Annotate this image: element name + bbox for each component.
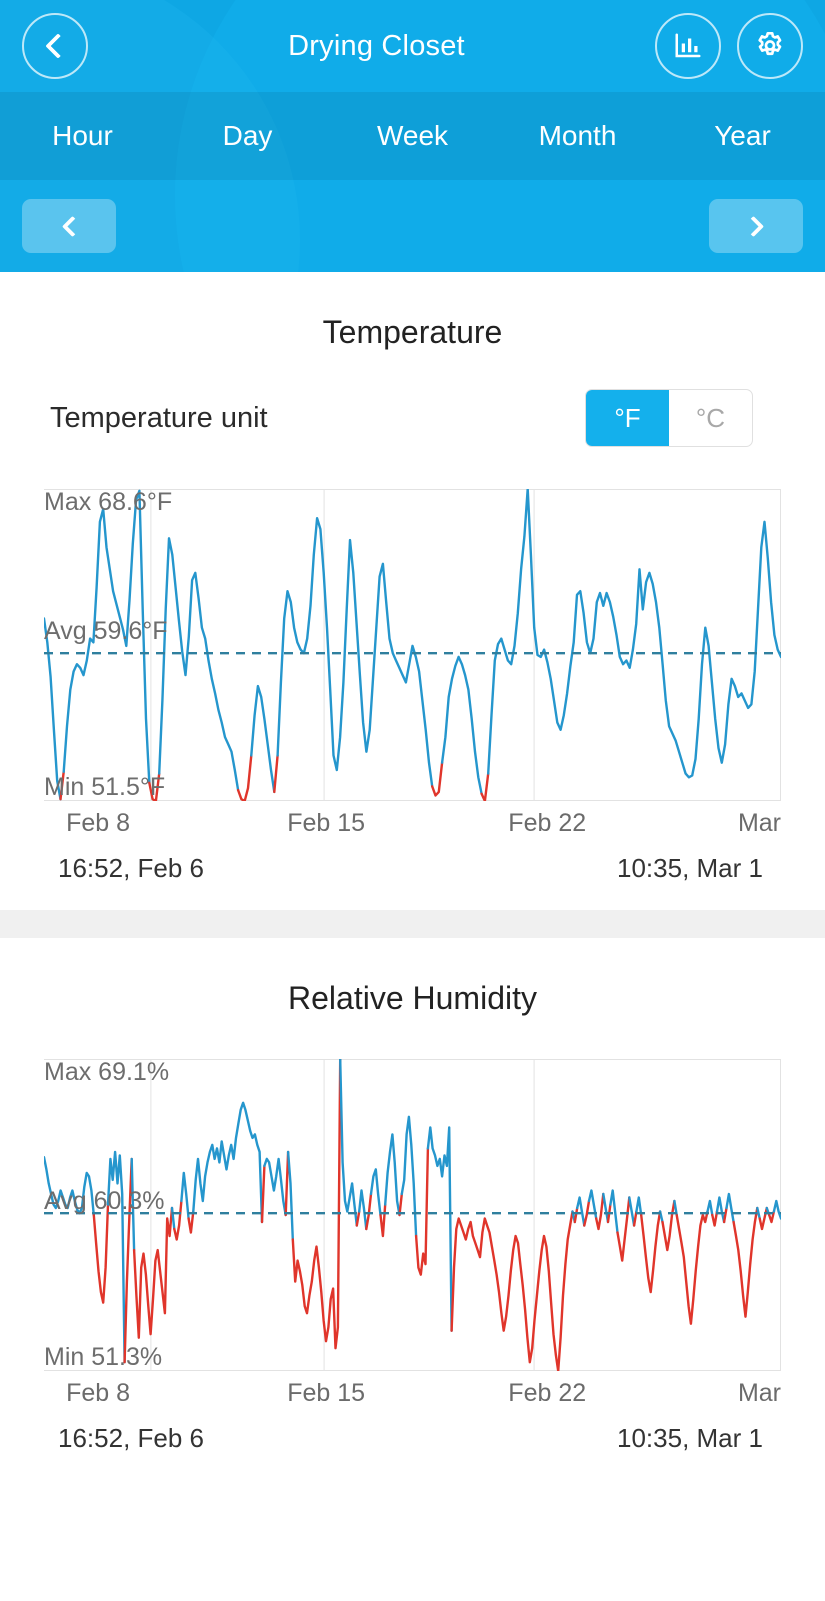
- humidity-range-row: 16:52, Feb 6 10:35, Mar 1: [58, 1423, 763, 1454]
- x-tick: Feb 8: [66, 1379, 131, 1407]
- next-period-button[interactable]: [709, 199, 803, 253]
- app-header: Drying Closet Hour Day Week Month Year: [0, 0, 825, 272]
- temperature-plot: [44, 489, 781, 801]
- range-end: 10:35, Mar 1: [617, 1423, 763, 1453]
- humidity-chart: Max 69.1% Avg 60.3% Min 51.3%: [44, 1058, 781, 1371]
- temperature-x-axis: Feb 8 Feb 15 Feb 22 Mar: [44, 809, 781, 847]
- period-tabs: Hour Day Week Month Year: [0, 92, 825, 180]
- section-divider: [0, 910, 825, 938]
- temperature-unit-label: Temperature unit: [50, 401, 268, 434]
- navigation-bar: Drying Closet: [0, 0, 825, 92]
- tab-hour[interactable]: Hour: [0, 92, 165, 180]
- period-pager: [0, 180, 825, 272]
- bar-chart-icon: [675, 33, 701, 58]
- temperature-title: Temperature: [322, 314, 503, 350]
- header-actions: [655, 13, 803, 79]
- x-tick: Feb 22: [508, 1379, 587, 1407]
- tab-year[interactable]: Year: [660, 92, 825, 180]
- temperature-card: Temperature Temperature unit °F °C Max 6…: [0, 272, 825, 910]
- chevron-left-icon: [45, 33, 71, 59]
- tab-month[interactable]: Month: [495, 92, 660, 180]
- page-title: Drying Closet: [288, 29, 465, 62]
- chevron-left-icon: [61, 215, 83, 237]
- range-start: 16:52, Feb 6: [58, 853, 204, 883]
- temperature-range-row: 16:52, Feb 6 10:35, Mar 1: [58, 853, 763, 884]
- x-tick: Mar: [737, 809, 781, 837]
- chevron-right-icon: [742, 215, 764, 237]
- x-tick: Feb 22: [508, 809, 587, 837]
- previous-period-button[interactable]: [22, 199, 116, 253]
- humidity-plot: [44, 1059, 781, 1371]
- humidity-card: Relative Humidity Max 69.1% Avg 60.3% Mi…: [0, 938, 825, 1480]
- humidity-x-axis: Feb 8 Feb 15 Feb 22 Mar: [44, 1379, 781, 1417]
- humidity-title: Relative Humidity: [288, 980, 537, 1016]
- back-button[interactable]: [22, 13, 88, 79]
- app-root: Drying Closet Hour Day Week Month Year T…: [0, 0, 825, 1601]
- x-tick: Mar: [737, 1379, 781, 1407]
- range-end: 10:35, Mar 1: [617, 853, 763, 883]
- x-tick: Feb 15: [287, 1379, 366, 1407]
- unit-option-celsius[interactable]: °C: [669, 390, 752, 446]
- tab-week[interactable]: Week: [330, 92, 495, 180]
- x-tick: Feb 15: [287, 809, 366, 837]
- tab-day[interactable]: Day: [165, 92, 330, 180]
- statistics-button[interactable]: [655, 13, 721, 79]
- unit-option-fahrenheit[interactable]: °F: [586, 390, 669, 446]
- gear-icon: [758, 32, 782, 56]
- x-tick: Feb 8: [66, 809, 131, 837]
- range-start: 16:52, Feb 6: [58, 1423, 204, 1453]
- settings-button[interactable]: [737, 13, 803, 79]
- temperature-unit-row: Temperature unit °F °C: [0, 357, 825, 447]
- temperature-unit-toggle[interactable]: °F °C: [585, 389, 753, 447]
- temperature-chart: Max 68.6°F Avg 59.6°F Min 51.5°F: [44, 488, 781, 801]
